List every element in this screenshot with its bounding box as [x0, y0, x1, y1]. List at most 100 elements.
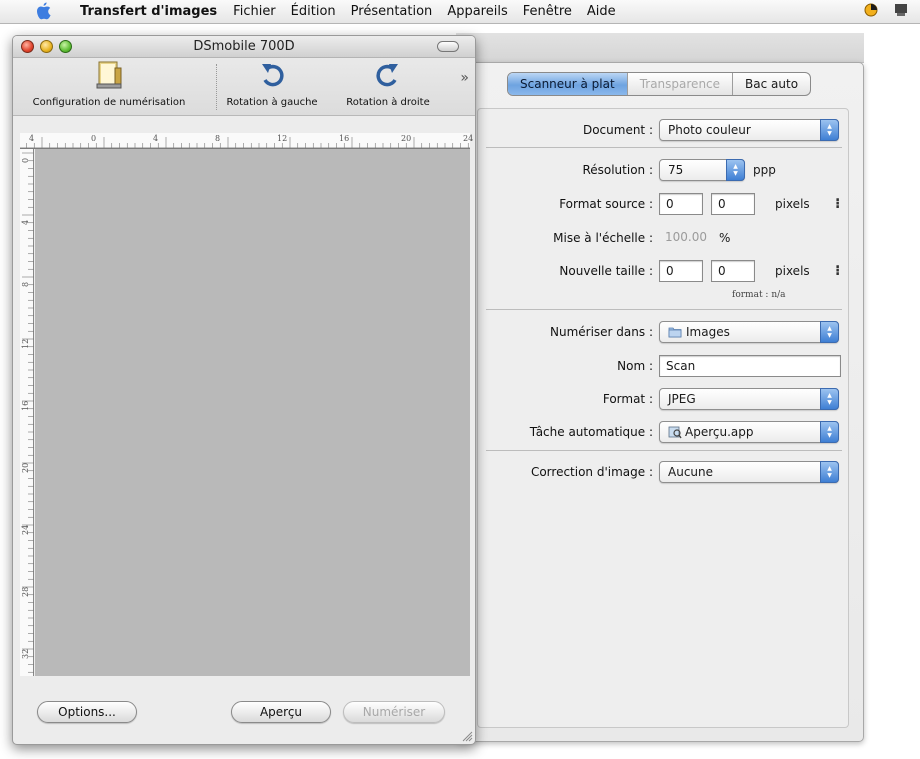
scanner-toolbar: Configuration de numérisation Rotation à…: [13, 58, 475, 116]
ruler-tick-label: 12: [277, 134, 288, 143]
ruler-tick-label: 4: [29, 134, 35, 143]
auto-task-label: Tâche automatique :: [529, 425, 653, 439]
popup-arrows-icon: ▲ ▼: [820, 321, 839, 343]
menu-app-name[interactable]: Transfert d'images: [80, 4, 217, 19]
display-status-icon[interactable]: [894, 3, 908, 20]
menu-presentation[interactable]: Présentation: [351, 4, 433, 19]
auto-task-popup[interactable]: Aperçu.app ▲ ▼: [659, 421, 839, 443]
toolbar-toggle-button[interactable]: [437, 41, 459, 52]
menu-appareils[interactable]: Appareils: [447, 4, 507, 19]
popup-arrows-icon: ▲ ▼: [820, 421, 839, 443]
image-correction-label: Correction d'image :: [530, 465, 653, 479]
menu-aide[interactable]: Aide: [587, 4, 616, 19]
scan-preview-area[interactable]: [35, 149, 470, 676]
resolution-value: 75: [668, 163, 684, 177]
new-height-field[interactable]: 0: [711, 260, 755, 282]
tab-transparency[interactable]: Transparence: [628, 73, 734, 95]
popup-arrows-icon: ▲ ▼: [820, 388, 839, 410]
menu-bar: Transfert d'images Fichier Édition Prése…: [0, 0, 920, 24]
resolution-label: Résolution :: [582, 163, 653, 177]
settings-window-titlebar: [456, 33, 864, 63]
divider: [486, 450, 842, 451]
ruler-tick-label: 8: [215, 134, 221, 143]
menu-edition[interactable]: Édition: [291, 4, 336, 19]
ruler-tick-label: 20: [401, 134, 412, 143]
rotate-left-icon: [258, 60, 286, 93]
rotate-left-label: Rotation à gauche: [226, 97, 318, 108]
scanner-window: DSmobile 700D Configuration de numérisat…: [12, 35, 476, 745]
options-button[interactable]: Options...: [37, 701, 137, 723]
format-value: JPEG: [668, 392, 696, 406]
divider: [486, 309, 842, 310]
scale-unit: %: [719, 231, 731, 245]
divider: [486, 147, 842, 148]
name-field[interactable]: Scan: [659, 355, 841, 377]
menu-fenetre[interactable]: Fenêtre: [523, 4, 572, 19]
scanner-window-title: DSmobile 700D: [193, 39, 295, 54]
ruler-tick-label: 16: [339, 134, 350, 143]
document-value: Photo couleur: [668, 123, 751, 137]
toolbar-overflow-icon[interactable]: »: [460, 70, 469, 86]
format-label: Format :: [602, 392, 653, 406]
apple-menu-icon[interactable]: [36, 2, 54, 22]
ruler-tick-label: 16: [21, 400, 30, 411]
source-format-unit: pixels: [775, 197, 810, 211]
format-note: format : n/a: [732, 290, 786, 300]
format-popup[interactable]: JPEG ▲ ▼: [659, 388, 839, 410]
toolbar-separator: [216, 64, 217, 110]
vertical-ruler: 0 4 8 12 16 20 24 28 32: [20, 149, 34, 676]
rotate-left-button[interactable]: Rotation à gauche: [226, 60, 318, 108]
scan-to-popup[interactable]: Images ▲ ▼: [659, 321, 839, 343]
scale-field: 100.00: [665, 230, 707, 244]
tab-auto-feeder[interactable]: Bac auto: [733, 73, 810, 95]
scan-button[interactable]: Numériser: [343, 701, 445, 723]
rotate-right-button[interactable]: Rotation à droite: [343, 60, 433, 108]
ruler-tick-label: 28: [21, 586, 30, 597]
image-correction-popup[interactable]: Aucune ▲ ▼: [659, 461, 839, 483]
ruler-tick-label: 12: [21, 338, 30, 349]
source-height-field[interactable]: 0: [711, 193, 755, 215]
document-popup[interactable]: Photo couleur ▲ ▼: [659, 119, 839, 141]
scale-label: Mise à l'échelle :: [553, 231, 653, 245]
source-width-field[interactable]: 0: [659, 193, 703, 215]
ruler-tick-label: 4: [21, 219, 30, 225]
rotate-right-label: Rotation à droite: [346, 97, 430, 108]
ruler-tick-label: 8: [21, 281, 30, 287]
settings-window: Scanneur à plat Transparence Bac auto Do…: [456, 62, 864, 742]
popup-arrows-icon: ▲ ▼: [726, 159, 745, 181]
resize-grip-icon[interactable]: [462, 731, 473, 742]
source-format-stepper-icon[interactable]: ⁝: [835, 196, 840, 212]
ruler-tick-label: 0: [91, 134, 97, 143]
ruler-tick-label: 24: [463, 134, 474, 143]
rotate-right-icon: [374, 60, 402, 93]
scan-to-value: Images: [686, 325, 730, 339]
scanner-titlebar: DSmobile 700D: [13, 36, 475, 58]
settings-panel: Document : Photo couleur ▲ ▼ Résolution :…: [477, 108, 849, 728]
auto-task-value: Aperçu.app: [685, 425, 754, 439]
preview-button[interactable]: Aperçu: [231, 701, 331, 723]
menu-fichier[interactable]: Fichier: [233, 4, 276, 19]
ruler-tick-label: 20: [21, 462, 30, 473]
name-label: Nom :: [617, 359, 653, 373]
source-format-label: Format source :: [559, 197, 653, 211]
pie-status-icon[interactable]: [864, 3, 878, 20]
ruler-tick-label: 0: [21, 157, 30, 163]
resolution-popup[interactable]: 75 ▲ ▼: [659, 159, 745, 181]
ruler-tick-label: 24: [21, 524, 30, 535]
popup-arrows-icon: ▲ ▼: [820, 119, 839, 141]
new-width-field[interactable]: 0: [659, 260, 703, 282]
new-size-stepper-icon[interactable]: ⁝: [835, 263, 840, 279]
new-size-unit: pixels: [775, 264, 810, 278]
folder-icon: [668, 326, 682, 338]
scan-mode-tabs: Scanneur à plat Transparence Bac auto: [507, 72, 812, 96]
scan-to-label: Numériser dans :: [550, 325, 653, 339]
tab-flatbed[interactable]: Scanneur à plat: [508, 73, 628, 95]
new-size-label: Nouvelle taille :: [559, 264, 653, 278]
config-tool-label: Configuration de numérisation: [32, 97, 186, 108]
resolution-unit: ppp: [753, 163, 776, 177]
config-tool-button[interactable]: Configuration de numérisation: [19, 60, 199, 108]
image-correction-value: Aucune: [668, 465, 714, 479]
ruler-tick-label: 32: [21, 648, 30, 659]
ruler-tick-label: 4: [153, 134, 159, 143]
scan-config-icon: [95, 60, 123, 93]
